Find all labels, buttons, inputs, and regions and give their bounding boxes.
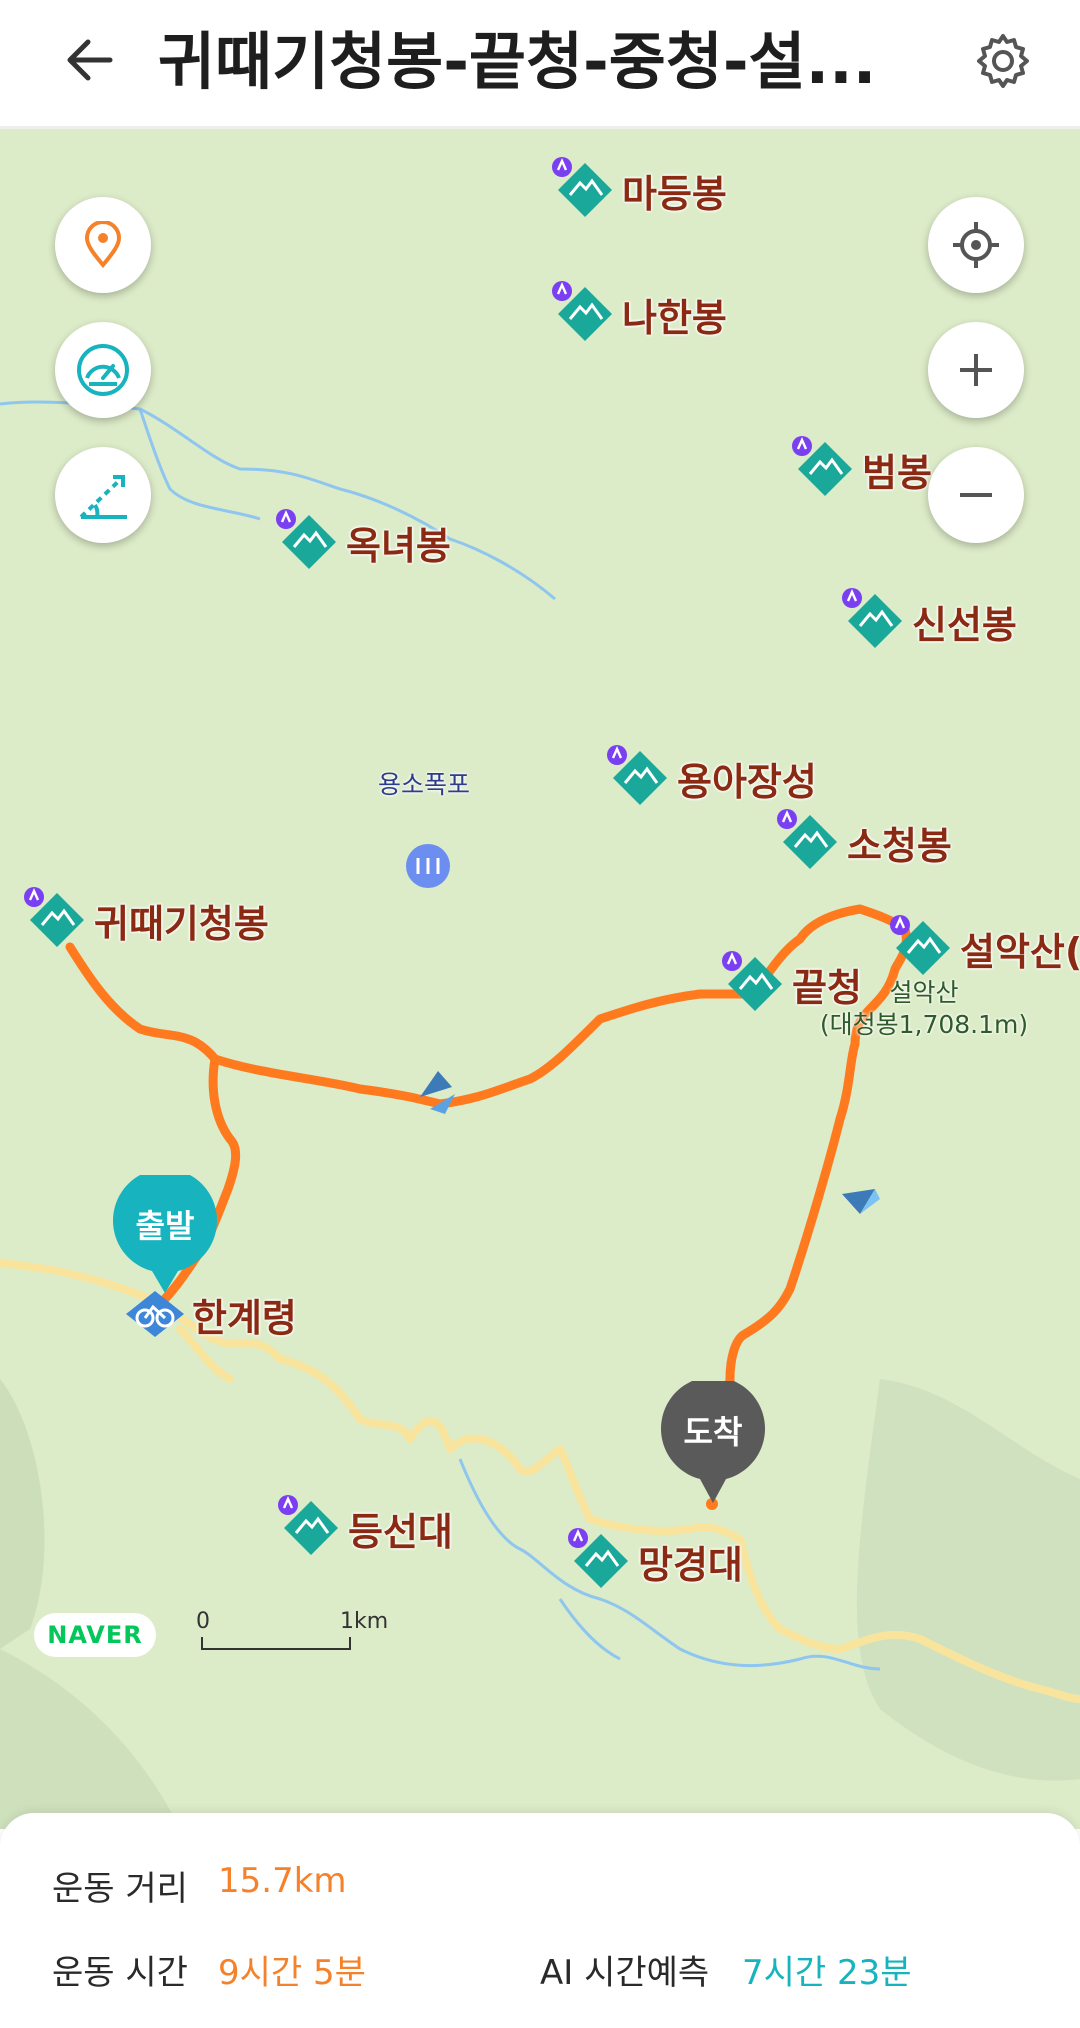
mountain-icon [840,586,910,656]
waterfall-label: 용소폭포 [378,770,471,799]
distance-value: 15.7km [218,1861,347,1901]
peak-marker[interactable]: 설악산( [888,913,1080,983]
slope-button[interactable] [55,447,151,543]
start-pin[interactable]: 출발 [112,1168,218,1295]
mountain-icon [566,1526,636,1596]
peak-marker[interactable]: 소청봉 [775,807,952,877]
peak-label: 용아장성 [677,759,817,804]
location-button[interactable] [55,197,151,293]
start-pin-label: 출발 [135,1207,195,1245]
peak-label: 소청봉 [847,823,952,868]
peak-marker[interactable]: 망경대 [566,1526,743,1596]
back-arrow-icon[interactable] [58,28,122,92]
cycling-icon [124,1289,186,1339]
peak-marker[interactable]: 귀때기청봉 [22,885,269,955]
speed-button[interactable] [55,322,151,418]
slope-icon [79,475,127,519]
peak-marker[interactable]: 용아장성 [605,743,817,813]
peak-marker[interactable]: 신선봉 [840,586,1017,656]
mountain-icon [22,885,92,955]
mountain-icon [775,807,845,877]
start-place: 한계령 [190,1279,297,1349]
zoom-out-button[interactable] [928,447,1024,543]
scale-bar [201,1637,351,1650]
peak-label: 귀때기청봉 [94,901,269,946]
my-location-button[interactable] [928,197,1024,293]
gear-icon[interactable] [974,32,1032,90]
mountain-icon [550,155,620,225]
end-pin-label: 도착 [683,1413,743,1451]
mountain-icon [888,913,958,983]
mountain-icon [274,507,344,577]
peak-marker[interactable]: 범봉 [790,434,932,504]
my-location-icon [953,222,999,268]
naver-logo: NAVER [34,1613,156,1657]
mountain-icon [605,743,675,813]
speedometer-icon [77,344,129,396]
ai-estimate-value: 7시간 23분 [742,1953,912,1993]
peak-label: 범봉 [862,450,932,495]
time-value: 9시간 5분 [218,1953,366,1993]
peak-label: 신선봉 [912,602,1017,647]
page-title: 귀때기청봉-끝청-중청-설... [158,25,877,98]
mountain-icon [720,949,790,1019]
peak-label: 나한봉 [622,295,727,340]
summit-label: 설악산 (대청봉1,708.1m) [814,977,1034,1041]
peak-marker[interactable]: 등선대 [276,1493,453,1563]
location-pin-icon [84,221,122,269]
peak-label: 마등봉 [622,171,727,216]
top-bar: 귀때기청봉-끝청-중청-설... [0,0,1080,129]
mountain-icon [550,279,620,349]
stats-panel: 운동 거리 15.7km 운동 시간 9시간 5분 AI 시간예측 7시간 23… [0,1813,1080,2028]
peak-marker[interactable]: 옥녀봉 [274,507,451,577]
zoom-in-icon [960,354,992,386]
time-label: 운동 시간 [52,1953,188,1993]
peak-label: 등선대 [348,1509,453,1554]
route-map[interactable]: 마등봉 나한봉 범봉 옥녀봉 신선봉 용아장성 소청봉 귀때기청봉 끝청 설악산… [0,129,1080,1829]
peak-label: 설악산( [960,929,1080,974]
end-pin[interactable]: 도착 [660,1376,766,1505]
scale-distance: 1km [340,1609,389,1634]
peak-label: 망경대 [638,1542,743,1587]
summit-name: 설악산 [889,978,959,1007]
peak-marker[interactable]: 마등봉 [550,155,727,225]
scale-zero: 0 [196,1609,210,1634]
start-place-label: 한계령 [192,1295,297,1340]
mountain-icon [276,1493,346,1563]
peak-label: 옥녀봉 [346,523,451,568]
zoom-in-button[interactable] [928,322,1024,418]
zoom-out-icon [960,493,992,497]
ai-estimate-label: AI 시간예측 [540,1953,710,1993]
distance-label: 운동 거리 [52,1869,188,1909]
summit-elevation: (대청봉1,708.1m) [819,1010,1029,1039]
mountain-icon [790,434,860,504]
peak-marker[interactable]: 나한봉 [550,279,727,349]
